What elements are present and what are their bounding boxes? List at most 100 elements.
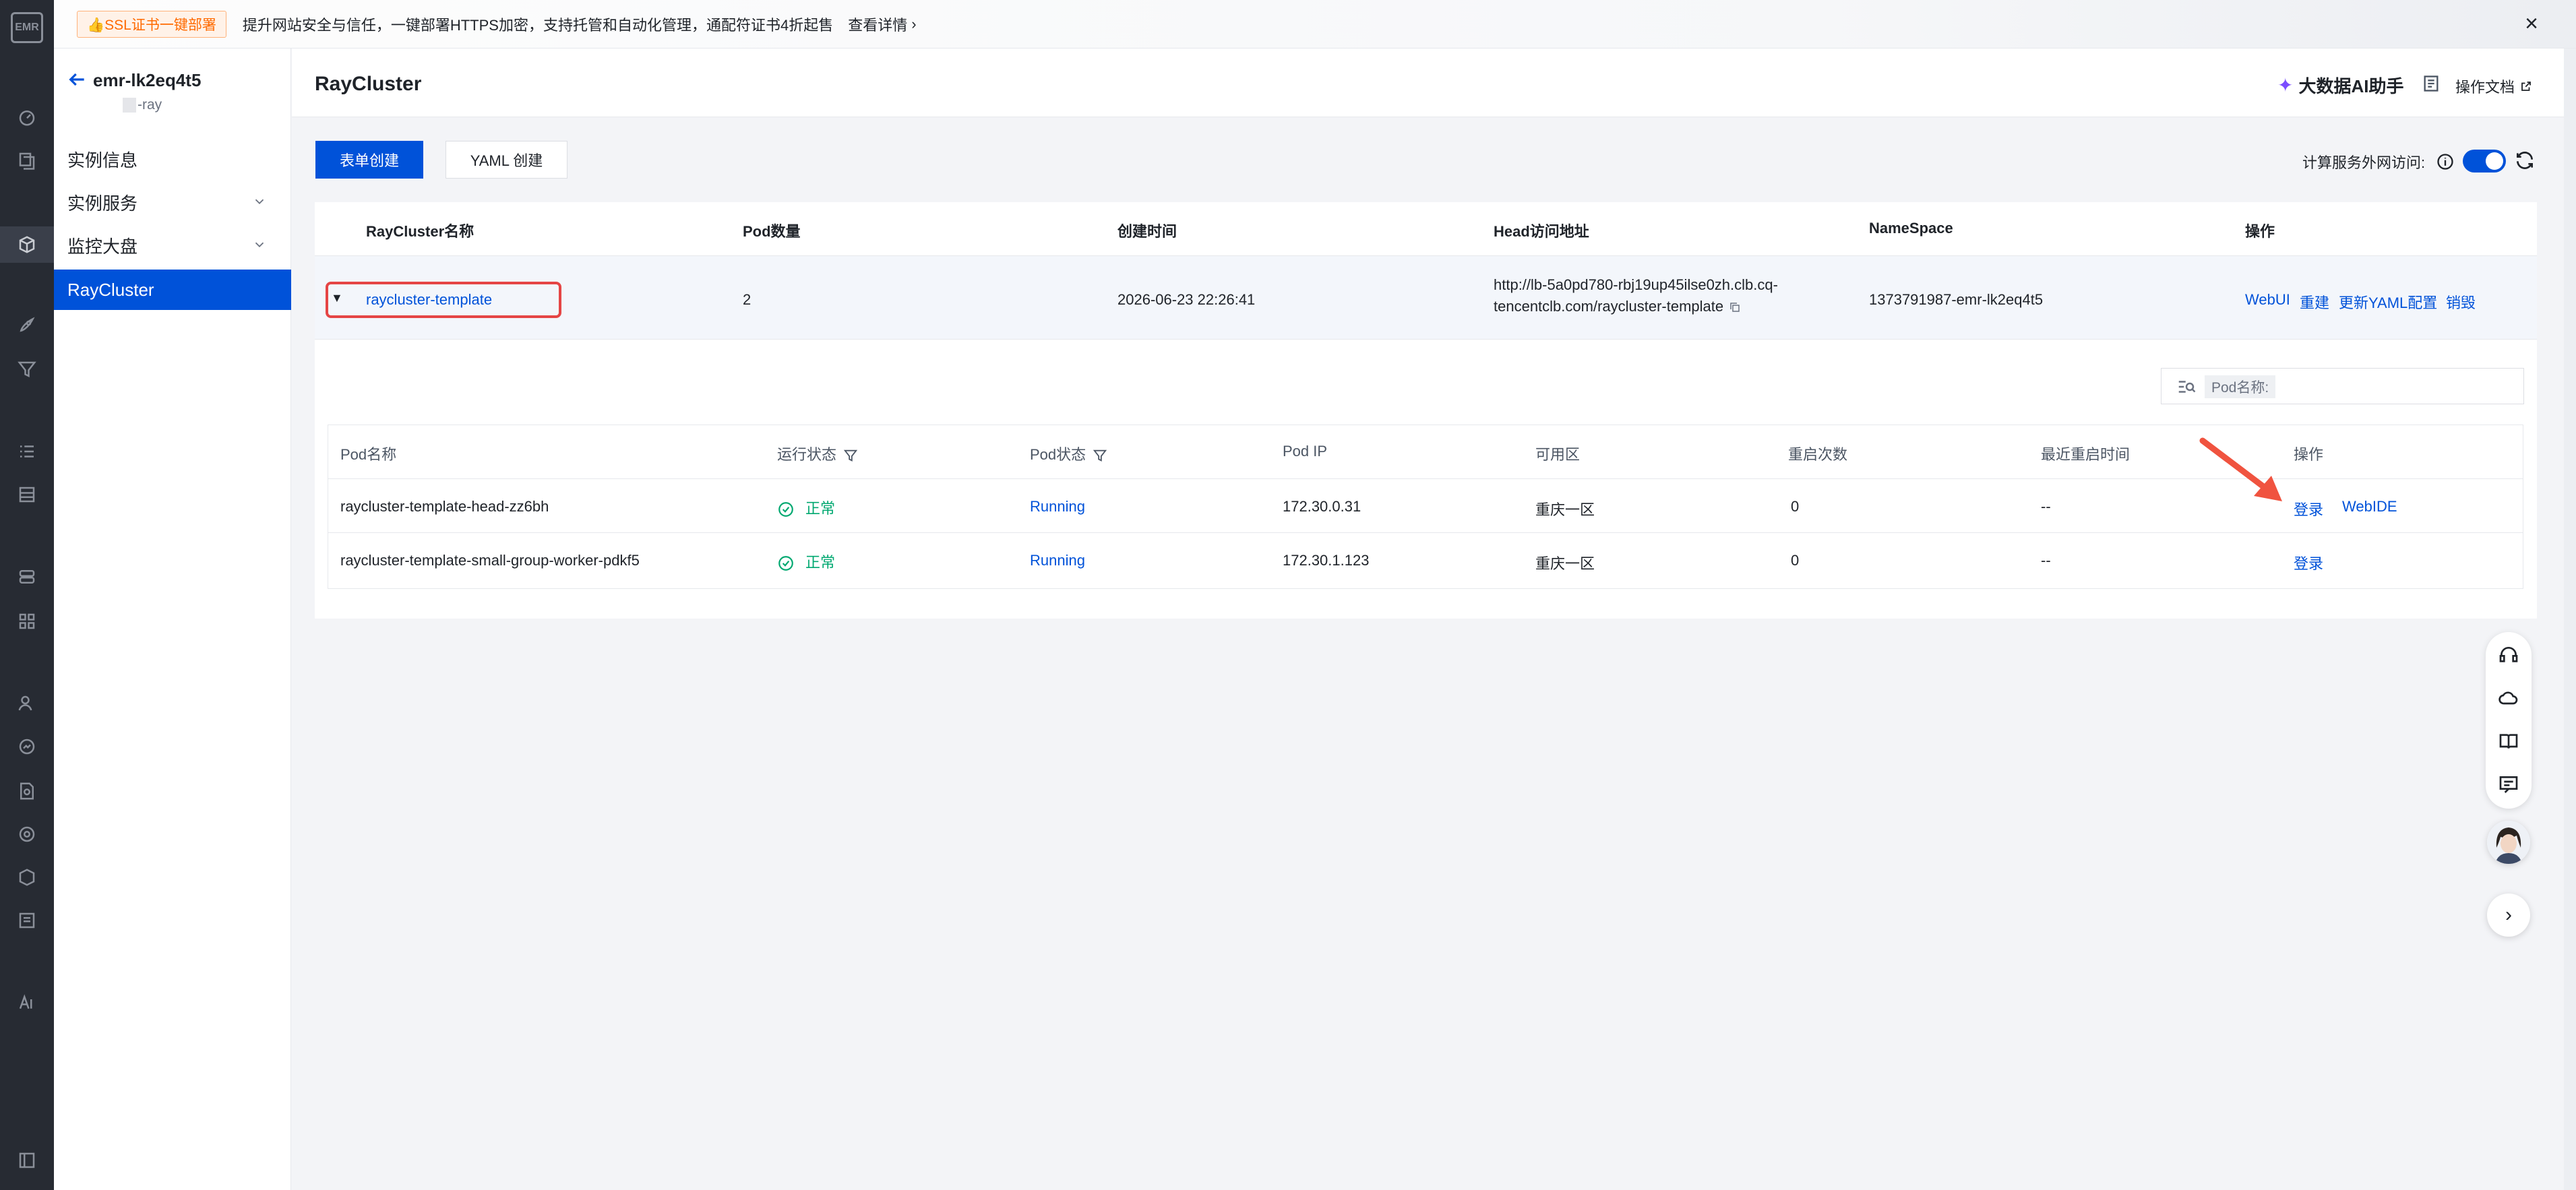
col-cluster-name: RayCluster名称: [366, 223, 474, 240]
annotation-arrow-icon: [2199, 437, 2282, 501]
ai-icon[interactable]: [12, 988, 42, 1017]
back-arrow-icon[interactable]: [66, 69, 88, 90]
last-restart: --: [2041, 498, 2051, 515]
book-icon[interactable]: [2498, 730, 2519, 752]
col-pod-ip: Pod IP: [1283, 443, 1328, 460]
col-head-addr: Head访问地址: [1494, 223, 1589, 240]
icon-rail: EMR: [0, 0, 54, 1190]
docs-label: 操作文档: [2455, 79, 2515, 96]
copy-icon[interactable]: [1729, 301, 1741, 313]
pod-status-link[interactable]: Running: [1030, 498, 1085, 515]
pod-status-link[interactable]: Running: [1030, 552, 1085, 569]
yaml-create-button[interactable]: YAML 创建: [446, 141, 568, 179]
table-row: raycluster-template-small-group-worker-p…: [328, 533, 2523, 587]
pod-ip: 172.30.1.123: [1283, 552, 1370, 569]
close-icon[interactable]: ×: [2525, 12, 2538, 35]
login-link[interactable]: 登录: [2294, 552, 2323, 573]
gauge-icon[interactable]: [12, 732, 42, 761]
ai-assistant-button[interactable]: ✦ 大数据AI助手: [2277, 73, 2403, 98]
pod-name: raycluster-template-head-zz6bh: [340, 498, 549, 515]
assistant-avatar[interactable]: [2487, 821, 2530, 864]
dashboard-icon[interactable]: [12, 102, 42, 132]
sidebar-item-label: 实例服务: [67, 193, 138, 214]
run-status: 正常: [777, 551, 835, 572]
col-run-status[interactable]: 运行状态: [777, 443, 858, 464]
caret-down-icon[interactable]: ▼: [331, 291, 343, 305]
col-created-time: 创建时间: [1117, 223, 1177, 240]
chevron-down-icon: [255, 242, 264, 248]
scan-icon[interactable]: [12, 906, 42, 935]
refresh-gear-icon[interactable]: [12, 819, 42, 849]
pod-ip: 172.30.0.31: [1283, 498, 1361, 515]
grid-icon[interactable]: [12, 606, 42, 636]
col-namespace: NameSpace: [1869, 220, 1953, 237]
check-circle-icon: [778, 502, 793, 518]
filter-icon[interactable]: [1093, 448, 1107, 463]
avatar-icon: [2487, 821, 2530, 864]
head-address-line2: tencentclb.com/raycluster-template: [1494, 298, 1724, 315]
col-restarts: 重启次数: [1788, 446, 1848, 463]
col-pod-status-label: Pod状态: [1030, 446, 1086, 463]
chevron-down-icon: [255, 199, 264, 205]
shield-icon[interactable]: [12, 863, 42, 892]
floating-toolbar: [2486, 632, 2532, 809]
chevron-right-icon: ›: [911, 15, 917, 32]
sidebar-item-raycluster[interactable]: RayCluster: [54, 270, 291, 310]
sidebar-item-instance-service[interactable]: 实例服务: [54, 182, 291, 222]
rocket-icon[interactable]: [12, 310, 42, 340]
webide-link[interactable]: WebIDE: [2342, 498, 2397, 515]
last-restart: --: [2041, 552, 2051, 569]
sidebar-item-instance-info[interactable]: 实例信息: [54, 139, 291, 179]
zone: 重庆一区: [1535, 555, 1595, 572]
zone: 重庆一区: [1535, 501, 1595, 518]
headset-icon[interactable]: [2498, 644, 2519, 666]
namespace: 1373791987-emr-lk2eq4t5: [1869, 291, 2044, 308]
filter-search-icon: [2178, 381, 2196, 393]
cloud-sync-icon[interactable]: [2498, 687, 2519, 709]
pod-name: raycluster-template-small-group-worker-p…: [340, 552, 640, 569]
net-access-toggle[interactable]: [2463, 150, 2506, 173]
collapse-icon[interactable]: [12, 1146, 42, 1175]
table-row: ▼ raycluster-template 2 2026-06-23 22:26…: [315, 256, 2537, 340]
rebuild-link[interactable]: 重建: [2300, 291, 2329, 313]
destroy-link[interactable]: 销毁: [2446, 291, 2476, 313]
run-status: 正常: [777, 497, 835, 518]
copy-icon[interactable]: [12, 146, 42, 175]
chevron-right-icon[interactable]: ›: [2487, 894, 2530, 937]
list-icon[interactable]: [12, 437, 42, 466]
document-list-icon[interactable]: [2422, 74, 2441, 93]
docs-link[interactable]: 操作文档: [2455, 75, 2532, 97]
sidebar-item-label: 实例信息: [67, 150, 138, 170]
cluster-table-header: RayCluster名称 Pod数量 创建时间 Head访问地址 NameSpa…: [315, 202, 2537, 256]
col-last-restart: 最近重启时间: [2041, 446, 2130, 463]
instance-subtitle-text: -ray: [137, 97, 162, 113]
pod-table-header: Pod名称 运行状态 Pod状态 Pod IP 可用区 重启次数 最近重启时间 …: [328, 425, 2523, 479]
user-icon[interactable]: [12, 689, 42, 718]
sidebar-item-monitor[interactable]: 监控大盘: [54, 225, 291, 265]
head-address: tencentclb.com/raycluster-template: [1494, 298, 1741, 315]
window-edge: [2564, 49, 2576, 1190]
ssl-promo-tag[interactable]: 👍SSL证书一键部署: [77, 10, 226, 38]
refresh-icon[interactable]: [2514, 150, 2536, 171]
doc-search-icon[interactable]: [12, 776, 42, 806]
promo-more-link[interactable]: 查看详情 ›: [848, 13, 916, 35]
run-status-text: 正常: [805, 500, 836, 517]
feedback-icon[interactable]: [2498, 774, 2519, 795]
col-pod-status[interactable]: Pod状态: [1030, 443, 1107, 464]
database-icon[interactable]: [12, 480, 42, 509]
col-zone: 可用区: [1535, 446, 1581, 463]
emr-logo[interactable]: EMR: [11, 12, 43, 43]
restart-count: 0: [1791, 498, 1800, 515]
funnel-icon[interactable]: [12, 354, 42, 384]
update-yaml-link[interactable]: 更新YAML配置: [2339, 291, 2437, 313]
box-icon[interactable]: [0, 226, 54, 263]
info-icon[interactable]: [2436, 152, 2455, 171]
server-icon[interactable]: [12, 562, 42, 592]
cluster-name-link[interactable]: raycluster-template: [366, 291, 492, 309]
form-create-button[interactable]: 表单创建: [315, 141, 423, 179]
col-pod-name: Pod名称: [340, 446, 397, 463]
pod-search-input[interactable]: Pod名称:: [2161, 368, 2524, 404]
login-link[interactable]: 登录: [2294, 498, 2323, 520]
filter-icon[interactable]: [843, 448, 858, 463]
webui-link[interactable]: WebUI: [2245, 291, 2290, 309]
